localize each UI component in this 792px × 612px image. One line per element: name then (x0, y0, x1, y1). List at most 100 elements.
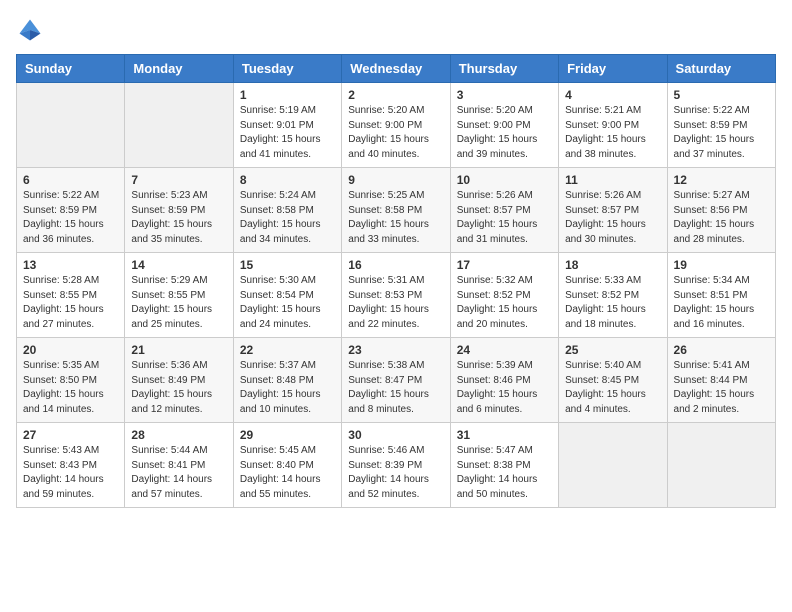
day-number: 30 (348, 428, 443, 442)
day-info: Sunrise: 5:22 AMSunset: 8:59 PMDaylight:… (23, 189, 118, 247)
day-info: Sunrise: 5:26 AMSunset: 8:57 PMDaylight:… (457, 189, 552, 247)
calendar-week-5: 27 Sunrise: 5:43 AMSunset: 8:43 PMDayligh… (17, 423, 776, 508)
calendar: SundayMondayTuesdayWednesdayThursdayFrid… (16, 54, 776, 508)
day-info: Sunrise: 5:24 AMSunset: 8:58 PMDaylight:… (240, 189, 335, 247)
day-header-wednesday: Wednesday (342, 55, 450, 83)
day-number: 10 (457, 173, 552, 187)
day-number: 31 (457, 428, 552, 442)
day-info: Sunrise: 5:22 AMSunset: 8:59 PMDaylight:… (674, 104, 769, 162)
page-header (16, 16, 776, 44)
day-info: Sunrise: 5:20 AMSunset: 9:00 PMDaylight:… (348, 104, 443, 162)
day-header-friday: Friday (559, 55, 667, 83)
day-info: Sunrise: 5:28 AMSunset: 8:55 PMDaylight:… (23, 274, 118, 332)
day-info: Sunrise: 5:29 AMSunset: 8:55 PMDaylight:… (131, 274, 226, 332)
calendar-cell: 10 Sunrise: 5:26 AMSunset: 8:57 PMDayligh… (450, 168, 558, 253)
calendar-cell: 3 Sunrise: 5:20 AMSunset: 9:00 PMDaylight… (450, 83, 558, 168)
day-number: 6 (23, 173, 118, 187)
day-number: 18 (565, 258, 660, 272)
calendar-cell (667, 423, 775, 508)
day-info: Sunrise: 5:33 AMSunset: 8:52 PMDaylight:… (565, 274, 660, 332)
calendar-week-2: 6 Sunrise: 5:22 AMSunset: 8:59 PMDaylight… (17, 168, 776, 253)
calendar-cell: 15 Sunrise: 5:30 AMSunset: 8:54 PMDayligh… (233, 253, 341, 338)
day-number: 12 (674, 173, 769, 187)
day-header-thursday: Thursday (450, 55, 558, 83)
day-info: Sunrise: 5:34 AMSunset: 8:51 PMDaylight:… (674, 274, 769, 332)
calendar-cell: 14 Sunrise: 5:29 AMSunset: 8:55 PMDayligh… (125, 253, 233, 338)
day-number: 2 (348, 88, 443, 102)
calendar-cell (559, 423, 667, 508)
day-info: Sunrise: 5:23 AMSunset: 8:59 PMDaylight:… (131, 189, 226, 247)
calendar-header-row: SundayMondayTuesdayWednesdayThursdayFrid… (17, 55, 776, 83)
day-info: Sunrise: 5:32 AMSunset: 8:52 PMDaylight:… (457, 274, 552, 332)
day-info: Sunrise: 5:43 AMSunset: 8:43 PMDaylight:… (23, 444, 118, 502)
calendar-cell: 22 Sunrise: 5:37 AMSunset: 8:48 PMDayligh… (233, 338, 341, 423)
calendar-cell: 9 Sunrise: 5:25 AMSunset: 8:58 PMDaylight… (342, 168, 450, 253)
day-number: 7 (131, 173, 226, 187)
day-info: Sunrise: 5:39 AMSunset: 8:46 PMDaylight:… (457, 359, 552, 417)
day-number: 19 (674, 258, 769, 272)
day-number: 3 (457, 88, 552, 102)
calendar-cell: 13 Sunrise: 5:28 AMSunset: 8:55 PMDayligh… (17, 253, 125, 338)
day-number: 9 (348, 173, 443, 187)
calendar-cell: 16 Sunrise: 5:31 AMSunset: 8:53 PMDayligh… (342, 253, 450, 338)
logo-icon (16, 16, 44, 44)
day-number: 25 (565, 343, 660, 357)
calendar-cell: 31 Sunrise: 5:47 AMSunset: 8:38 PMDayligh… (450, 423, 558, 508)
calendar-cell: 7 Sunrise: 5:23 AMSunset: 8:59 PMDaylight… (125, 168, 233, 253)
calendar-week-1: 1Sunrise: 5:19 AMSunset: 9:01 PMDaylight… (17, 83, 776, 168)
day-header-tuesday: Tuesday (233, 55, 341, 83)
day-info: Sunrise: 5:46 AMSunset: 8:39 PMDaylight:… (348, 444, 443, 502)
day-number: 16 (348, 258, 443, 272)
day-number: 23 (348, 343, 443, 357)
day-number: 24 (457, 343, 552, 357)
day-number: 14 (131, 258, 226, 272)
calendar-week-3: 13 Sunrise: 5:28 AMSunset: 8:55 PMDayligh… (17, 253, 776, 338)
day-info: Sunrise: 5:26 AMSunset: 8:57 PMDaylight:… (565, 189, 660, 247)
day-number: 15 (240, 258, 335, 272)
day-number: 20 (23, 343, 118, 357)
calendar-cell: 20 Sunrise: 5:35 AMSunset: 8:50 PMDayligh… (17, 338, 125, 423)
day-number: 21 (131, 343, 226, 357)
day-number: 5 (674, 88, 769, 102)
day-info: Sunrise: 5:21 AMSunset: 9:00 PMDaylight:… (565, 104, 660, 162)
day-number: 8 (240, 173, 335, 187)
calendar-cell: 18 Sunrise: 5:33 AMSunset: 8:52 PMDayligh… (559, 253, 667, 338)
day-info: Sunrise: 5:37 AMSunset: 8:48 PMDaylight:… (240, 359, 335, 417)
day-info: Sunrise: 5:20 AMSunset: 9:00 PMDaylight:… (457, 104, 552, 162)
day-info: Sunrise: 5:36 AMSunset: 8:49 PMDaylight:… (131, 359, 226, 417)
day-number: 13 (23, 258, 118, 272)
calendar-cell (17, 83, 125, 168)
calendar-cell: 23 Sunrise: 5:38 AMSunset: 8:47 PMDayligh… (342, 338, 450, 423)
day-info: Sunrise: 5:35 AMSunset: 8:50 PMDaylight:… (23, 359, 118, 417)
calendar-cell: 29Sunrise: 5:45 AMSunset: 8:40 PMDayligh… (233, 423, 341, 508)
day-number: 4 (565, 88, 660, 102)
day-header-saturday: Saturday (667, 55, 775, 83)
day-info: Sunrise: 5:31 AMSunset: 8:53 PMDaylight:… (348, 274, 443, 332)
day-number: 28 (131, 428, 226, 442)
day-info: Sunrise: 5:38 AMSunset: 8:47 PMDaylight:… (348, 359, 443, 417)
day-info: Sunrise: 5:27 AMSunset: 8:56 PMDaylight:… (674, 189, 769, 247)
day-info: Sunrise: 5:25 AMSunset: 8:58 PMDaylight:… (348, 189, 443, 247)
day-number: 17 (457, 258, 552, 272)
day-info: Sunrise: 5:47 AMSunset: 8:38 PMDaylight:… (457, 444, 552, 502)
calendar-cell: 11Sunrise: 5:26 AMSunset: 8:57 PMDayligh… (559, 168, 667, 253)
calendar-cell: 28 Sunrise: 5:44 AMSunset: 8:41 PMDayligh… (125, 423, 233, 508)
calendar-cell: 21 Sunrise: 5:36 AMSunset: 8:49 PMDayligh… (125, 338, 233, 423)
calendar-cell (125, 83, 233, 168)
calendar-cell: 24 Sunrise: 5:39 AMSunset: 8:46 PMDayligh… (450, 338, 558, 423)
day-header-monday: Monday (125, 55, 233, 83)
calendar-cell: 19 Sunrise: 5:34 AMSunset: 8:51 PMDayligh… (667, 253, 775, 338)
calendar-cell: 27 Sunrise: 5:43 AMSunset: 8:43 PMDayligh… (17, 423, 125, 508)
day-number: 29 (240, 428, 335, 442)
day-number: 26 (674, 343, 769, 357)
calendar-cell: 1Sunrise: 5:19 AMSunset: 9:01 PMDaylight… (233, 83, 341, 168)
calendar-cell: 25Sunrise: 5:40 AMSunset: 8:45 PMDayligh… (559, 338, 667, 423)
day-info: Sunrise: 5:44 AMSunset: 8:41 PMDaylight:… (131, 444, 226, 502)
day-info: Sunrise: 5:19 AMSunset: 9:01 PMDaylight:… (240, 104, 335, 162)
day-info: Sunrise: 5:30 AMSunset: 8:54 PMDaylight:… (240, 274, 335, 332)
logo (16, 16, 48, 44)
calendar-cell: 12 Sunrise: 5:27 AMSunset: 8:56 PMDayligh… (667, 168, 775, 253)
day-number: 22 (240, 343, 335, 357)
calendar-cell: 8 Sunrise: 5:24 AMSunset: 8:58 PMDaylight… (233, 168, 341, 253)
day-number: 27 (23, 428, 118, 442)
